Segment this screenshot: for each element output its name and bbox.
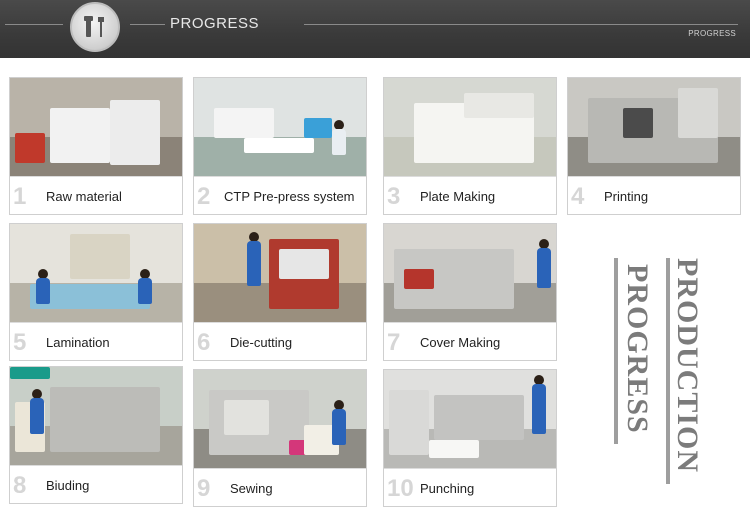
step-number: 5 <box>13 329 27 356</box>
lamination-photo <box>10 224 182 322</box>
ctp-prepress-photo <box>194 78 366 176</box>
step-card-lamination[interactable]: 5 Lamination <box>9 223 183 361</box>
step-number: 9 <box>197 475 211 502</box>
step-caption: 7 Cover Making <box>384 322 556 360</box>
step-caption: 3 Plate Making <box>384 176 556 214</box>
plate-making-photo <box>384 78 556 176</box>
step-card-ctp-prepress[interactable]: 2 CTP Pre-press system <box>193 77 367 215</box>
step-card-raw-material[interactable]: 1 Raw material <box>9 77 183 215</box>
step-label: Plate Making <box>420 189 496 204</box>
sewing-photo <box>194 370 366 468</box>
step-caption: 9 Sewing <box>194 468 366 506</box>
step-label: Lamination <box>46 335 110 350</box>
step-label: Printing <box>604 189 649 204</box>
header-divider-right <box>304 24 738 25</box>
step-number: 8 <box>13 472 27 499</box>
step-label: Sewing <box>230 481 273 496</box>
step-caption: 6 Die-cutting <box>194 322 366 360</box>
step-number: 1 <box>13 183 27 210</box>
step-caption: 4 Printing <box>568 176 740 214</box>
step-caption: 1 Raw material <box>10 176 182 214</box>
step-label: Die-cutting <box>230 335 293 350</box>
step-card-biuding[interactable]: 8 Biuding <box>9 366 183 504</box>
step-number: 3 <box>387 183 401 210</box>
step-number: 6 <box>197 329 211 356</box>
step-card-cover-making[interactable]: 7 Cover Making <box>383 223 557 361</box>
step-card-punching[interactable]: 10 Punching <box>383 369 557 507</box>
step-number: 2 <box>197 183 211 210</box>
step-card-plate-making[interactable]: 3 Plate Making <box>383 77 557 215</box>
header-divider-mid <box>130 24 165 25</box>
die-cutting-photo <box>194 224 366 322</box>
step-number: 4 <box>571 183 585 210</box>
biuding-photo <box>10 367 182 465</box>
step-card-printing[interactable]: 4 Printing <box>567 77 741 215</box>
raw-material-photo <box>10 78 182 176</box>
side-title-bar-right <box>666 258 670 484</box>
page-header: PROGRESS PROGRESS <box>0 0 750 58</box>
step-caption: 10 Punching <box>384 468 556 506</box>
step-label: Punching <box>420 481 475 496</box>
step-label: CTP Pre-press system <box>224 189 355 204</box>
step-caption: 2 CTP Pre-press system <box>194 176 366 214</box>
step-number: 7 <box>387 329 401 356</box>
page-title: PROGRESS <box>170 15 260 32</box>
side-title-progress: PROGRESS <box>621 264 654 434</box>
step-caption: 5 Lamination <box>10 322 182 360</box>
printing-photo <box>568 78 740 176</box>
side-title: PROGRESS PRODUCTION <box>612 258 704 488</box>
punching-photo <box>384 370 556 468</box>
header-subtitle: PROGRESS <box>688 29 736 38</box>
step-label: Biuding <box>46 478 90 493</box>
side-title-bar-left <box>614 258 618 444</box>
tools-icon <box>70 2 120 52</box>
header-divider-left <box>5 24 63 25</box>
step-label: Cover Making <box>420 335 501 350</box>
cover-making-photo <box>384 224 556 322</box>
step-card-sewing[interactable]: 9 Sewing <box>193 369 367 507</box>
step-label: Raw material <box>46 189 122 204</box>
step-caption: 8 Biuding <box>10 465 182 503</box>
step-card-die-cutting[interactable]: 6 Die-cutting <box>193 223 367 361</box>
step-number: 10 <box>387 475 414 502</box>
side-title-production: PRODUCTION <box>671 258 704 474</box>
